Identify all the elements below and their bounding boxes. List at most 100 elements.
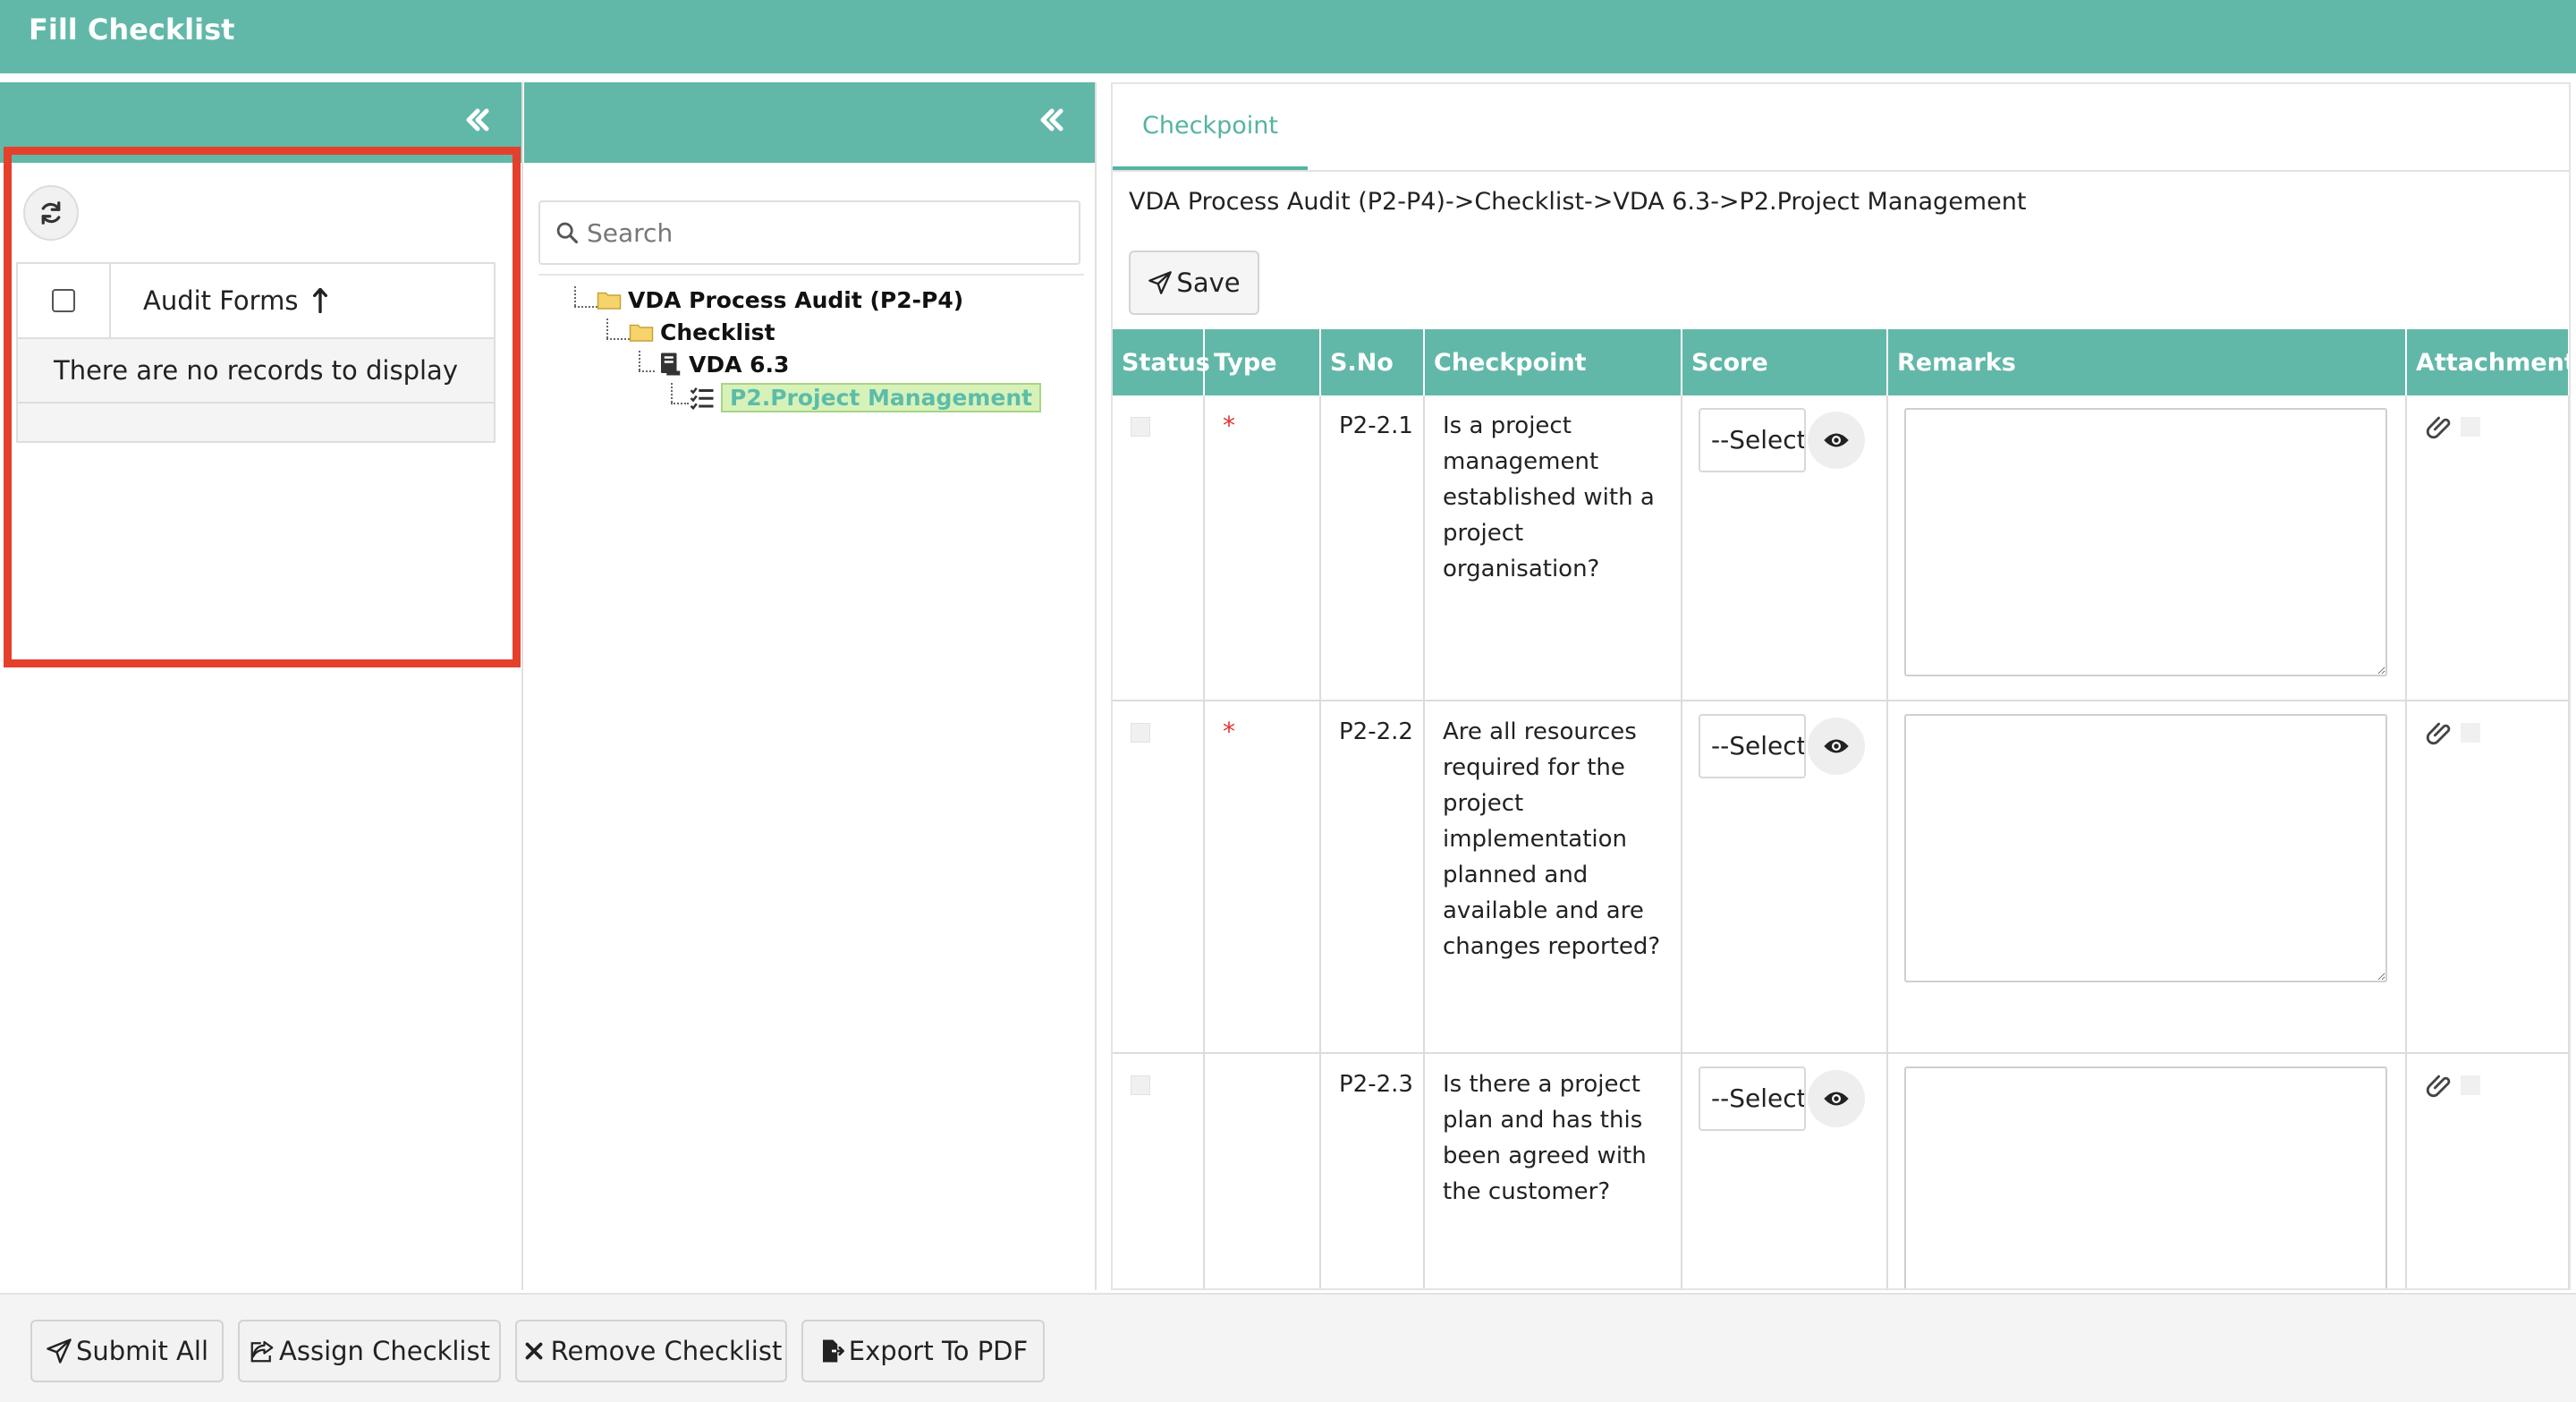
- paperclip-icon[interactable]: [2425, 412, 2455, 442]
- bottom-action-bar: Submit All Assign Checklist Remove Check…: [0, 1293, 2576, 1402]
- view-score-button[interactable]: [1808, 412, 1865, 469]
- score-select[interactable]: --Select--: [1699, 1066, 1806, 1131]
- export-pdf-label: Export To PDF: [848, 1336, 1029, 1366]
- tree-connector: [574, 286, 576, 306]
- column-header-type: Type: [1204, 329, 1321, 395]
- title-bar: Fill Checklist: [0, 0, 2576, 73]
- status-checkbox[interactable]: [1131, 1075, 1150, 1095]
- tree-divider: [538, 274, 1084, 276]
- submit-all-button[interactable]: Submit All: [30, 1320, 224, 1382]
- tree-node-checklist[interactable]: Checklist: [628, 319, 775, 345]
- tree-node-vda-process-audit[interactable]: VDA Process Audit (P2-P4): [596, 286, 963, 313]
- serial-number: P2-2.1: [1339, 412, 1413, 439]
- refresh-button[interactable]: [23, 185, 79, 241]
- table-header-row: Status Type S.No Checkpoint Score Remark…: [1113, 329, 2569, 395]
- tab-bar: Checkpoint: [1113, 84, 2569, 172]
- tree-node-label: VDA 6.3: [689, 351, 790, 378]
- grid-header: Audit Forms: [18, 264, 494, 339]
- serial-number: P2-2.3: [1339, 1071, 1413, 1098]
- document-icon: [657, 351, 683, 378]
- table-row: * P2-2.1 Is a project management establi…: [1113, 395, 2569, 701]
- send-icon: [47, 1338, 72, 1364]
- eye-icon: [1824, 1092, 1849, 1106]
- checkpoint-text: Is there a project plan and has this bee…: [1443, 1071, 1647, 1205]
- save-button[interactable]: Save: [1129, 251, 1259, 315]
- breadcrumb: VDA Process Audit (P2-P4)->Checklist->VD…: [1129, 188, 2027, 216]
- column-header-sno: S.No: [1320, 329, 1425, 395]
- checkpoint-table: Status Type S.No Checkpoint Score Remark…: [1113, 329, 2569, 1288]
- tree-connector: [671, 403, 689, 404]
- double-chevron-left-icon[interactable]: [460, 102, 496, 138]
- file-export-icon: [822, 1339, 844, 1363]
- remove-checklist-label: Remove Checklist: [550, 1336, 783, 1366]
- column-header-checkpoint: Checkpoint: [1424, 329, 1682, 395]
- tree-search: [538, 200, 1080, 265]
- assign-checklist-button[interactable]: Assign Checklist: [238, 1320, 501, 1382]
- tree-connector: [574, 306, 597, 308]
- attachment-indicator: [2461, 1075, 2480, 1095]
- eye-icon: [1824, 433, 1849, 447]
- close-icon: [525, 1342, 543, 1360]
- share-icon: [250, 1340, 274, 1363]
- tree-connector: [606, 319, 608, 338]
- tab-checkpoint[interactable]: Checkpoint: [1113, 84, 1308, 170]
- remarks-textarea[interactable]: [1904, 1066, 2387, 1288]
- folder-icon: [596, 286, 623, 313]
- select-all-checkbox[interactable]: [52, 289, 75, 312]
- search-input[interactable]: [587, 217, 1052, 248]
- grid-footer: [18, 404, 494, 441]
- select-all-cell: [18, 264, 111, 337]
- audit-forms-column-header[interactable]: Audit Forms: [111, 264, 494, 337]
- status-checkbox[interactable]: [1131, 417, 1150, 437]
- checkpoint-text: Is a project management established with…: [1443, 412, 1655, 582]
- refresh-icon: [41, 201, 61, 225]
- assign-checklist-label: Assign Checklist: [279, 1336, 490, 1366]
- audit-forms-grid: Audit Forms There are no records to disp…: [16, 262, 496, 443]
- tree-node-p2-project-management[interactable]: P2.Project Management: [689, 383, 1042, 412]
- column-label: Audit Forms: [143, 285, 299, 316]
- eye-icon: [1824, 739, 1849, 753]
- column-header-status: Status: [1113, 329, 1210, 395]
- tree-node-label: Checklist: [660, 319, 775, 345]
- middle-panel-header: [524, 82, 1095, 163]
- window-title: Fill Checklist: [29, 13, 235, 47]
- remove-checklist-button[interactable]: Remove Checklist: [515, 1320, 787, 1382]
- double-chevron-left-icon[interactable]: [1034, 102, 1070, 138]
- table-row: * P2-2.2 Are all resources required for …: [1113, 701, 2569, 1054]
- save-label: Save: [1176, 268, 1241, 298]
- table-row: P2-2.3 Is there a project plan and has t…: [1113, 1053, 2569, 1288]
- tree-connector: [671, 383, 673, 403]
- view-score-button[interactable]: [1808, 1070, 1865, 1127]
- attachment-indicator: [2461, 723, 2480, 743]
- send-icon: [1148, 271, 1173, 294]
- checklist-icon: [689, 385, 716, 412]
- column-header-attachments: Attachments: [2406, 329, 2569, 395]
- checkpoint-panel: Checkpoint VDA Process Audit (P2-P4)->Ch…: [1111, 82, 2571, 1290]
- search-icon: [556, 222, 579, 244]
- attachment-indicator: [2461, 417, 2480, 437]
- export-pdf-button[interactable]: Export To PDF: [801, 1320, 1045, 1382]
- column-header-score: Score: [1682, 329, 1888, 395]
- status-checkbox[interactable]: [1131, 723, 1150, 743]
- tree-node-vda-6-3[interactable]: VDA 6.3: [657, 351, 789, 378]
- score-select[interactable]: --Select--: [1699, 408, 1806, 472]
- tree-connector: [639, 351, 640, 370]
- folder-icon: [628, 319, 655, 345]
- view-score-button[interactable]: [1808, 718, 1865, 775]
- tree-node-label: VDA Process Audit (P2-P4): [628, 286, 964, 313]
- submit-all-label: Submit All: [75, 1336, 209, 1366]
- remarks-textarea[interactable]: [1904, 714, 2387, 982]
- paperclip-icon[interactable]: [2425, 718, 2455, 748]
- grid-empty-message: There are no records to display: [18, 339, 494, 404]
- tree-node-label: P2.Project Management: [721, 383, 1042, 412]
- tree-connector: [606, 338, 630, 340]
- required-marker: *: [1223, 717, 1235, 746]
- column-header-remarks: Remarks: [1887, 329, 2407, 395]
- paperclip-icon[interactable]: [2425, 1070, 2455, 1100]
- remarks-textarea[interactable]: [1904, 408, 2387, 676]
- score-select[interactable]: --Select--: [1699, 714, 1806, 778]
- serial-number: P2-2.2: [1339, 718, 1413, 745]
- required-marker: *: [1223, 411, 1235, 440]
- checkpoint-text: Are all resources required for the proje…: [1443, 718, 1661, 960]
- sort-arrow-up-icon: [313, 288, 328, 313]
